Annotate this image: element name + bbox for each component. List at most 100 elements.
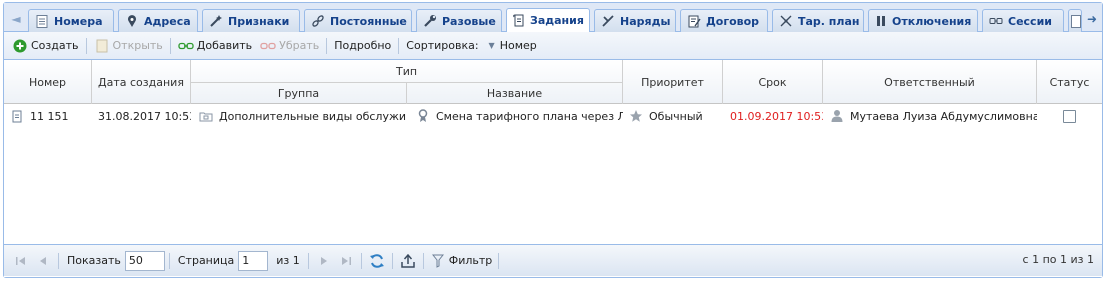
separator [498, 252, 500, 269]
separator [307, 252, 309, 269]
paging-toolbar: Показать Страница из 1 Фильтр с 1 по 1 и… [4, 244, 1102, 276]
header-created[interactable]: Дата создания [92, 60, 191, 104]
export-icon[interactable] [400, 253, 416, 269]
tab-sessions[interactable]: Сессии [982, 9, 1064, 32]
tools-icon [601, 14, 615, 28]
separator [169, 37, 171, 54]
name-value: Смена тарифного плана через ЛК [436, 109, 623, 123]
show-label: Показать [67, 254, 121, 267]
tab-overflow[interactable] [1068, 9, 1082, 32]
cell-number: 11 151 [10, 104, 92, 128]
tab-attributes[interactable]: Признаки [202, 9, 300, 32]
header-name[interactable]: Название [407, 82, 623, 104]
wrench-icon [423, 14, 437, 28]
create-button[interactable]: Создать [8, 35, 83, 57]
status-checkbox[interactable] [1063, 109, 1076, 123]
header-number[interactable]: Номер [4, 60, 92, 104]
pause-icon [875, 14, 887, 28]
refresh-icon[interactable] [369, 253, 385, 269]
tab-one-time[interactable]: Разовые [416, 9, 502, 32]
tab-label: Договор [706, 14, 760, 28]
separator [168, 252, 170, 269]
filter-icon [430, 253, 446, 269]
details-label: Подробно [334, 39, 392, 52]
add-label: Добавить [196, 39, 253, 52]
separator [398, 37, 400, 54]
header-type: Тип [191, 60, 623, 82]
cell-priority: Обычный [629, 104, 723, 128]
tab-label: Постоянные [330, 14, 407, 28]
filter-label: Фильтр [448, 254, 493, 267]
tariff-icon [779, 14, 793, 28]
document-icon [35, 14, 49, 28]
table-row[interactable]: 11 151 31.08.2017 10:53 Дополнительные в… [4, 104, 1102, 128]
deadline-value: 01.09.2017 10:53 [730, 109, 823, 123]
group-value: Дополнительные виды обслужива... [219, 109, 407, 123]
separator [58, 252, 59, 269]
first-page-icon[interactable] [13, 253, 29, 269]
next-page-icon[interactable] [316, 253, 332, 269]
cell-deadline: 01.09.2017 10:53 [730, 104, 823, 128]
star-icon [629, 109, 643, 123]
separator [360, 252, 362, 269]
separator [391, 252, 393, 269]
tab-tasks[interactable]: Задания [506, 8, 590, 32]
tab-contract[interactable]: Договор [680, 9, 768, 32]
remove-button[interactable]: Убрать [256, 35, 323, 57]
page-label: Страница [177, 254, 235, 267]
open-label: Открыть [112, 39, 163, 52]
details-button[interactable]: Подробно [330, 35, 395, 57]
tab-label: Признаки [228, 14, 290, 28]
cell-responsible: Мутаева Луиза Абдумуслимовна (... [830, 104, 1037, 128]
tab-numbers[interactable]: Номера [28, 9, 114, 32]
task-icon [10, 109, 24, 123]
toolbar: Создать Открыть Добавить Убрать Подробно [4, 32, 1102, 60]
tab-scroll-right-icon[interactable]: ➜ [1084, 9, 1100, 29]
page-count-label: из 1 [276, 254, 300, 267]
header-deadline[interactable]: Срок [723, 60, 823, 104]
header-responsible[interactable]: Ответственный [823, 60, 1037, 104]
paging-info: с 1 по 1 из 1 [1022, 253, 1094, 266]
tab-disconnections[interactable]: Отключения [868, 9, 978, 32]
responsible-value: Мутаева Луиза Абдумуслимовна (... [850, 109, 1037, 123]
number-value: 11 151 [30, 109, 69, 123]
tab-permanent[interactable]: Постоянные [304, 9, 412, 32]
sort-down-icon: ▼ [488, 41, 495, 50]
document-icon [94, 38, 110, 54]
header-group[interactable]: Группа [191, 82, 407, 104]
tab-label: Тар. план [798, 14, 860, 28]
page-size-input[interactable] [124, 250, 165, 271]
tab-addresses[interactable]: Адреса [118, 9, 198, 32]
link-add-icon [178, 38, 194, 54]
sort-label: Сортировка: [406, 39, 479, 52]
prev-page-icon[interactable] [35, 253, 51, 269]
separator [85, 37, 87, 54]
sort-control[interactable]: Сортировка: ▼ Номер [402, 35, 540, 57]
add-button[interactable]: Добавить [174, 35, 256, 57]
header-priority[interactable]: Приоритет [623, 60, 723, 104]
separator [422, 252, 424, 269]
priority-value: Обычный [649, 109, 703, 123]
tab-work-orders[interactable]: Наряды [594, 9, 676, 32]
cell-name: Смена тарифного плана через ЛК [416, 104, 623, 128]
award-icon [416, 109, 430, 123]
tab-tariff-plan[interactable]: Тар. план [772, 9, 864, 32]
filter-button[interactable]: Фильтр [428, 250, 495, 272]
open-button[interactable]: Открыть [90, 35, 167, 57]
task-icon [513, 14, 525, 28]
map-pin-icon [125, 14, 139, 28]
session-icon [989, 14, 1003, 28]
tab-label: Отключения [892, 14, 972, 28]
header-status[interactable]: Статус [1037, 60, 1102, 104]
page-number-input[interactable] [238, 250, 269, 271]
tab-label: Номера [54, 14, 103, 28]
last-page-icon[interactable] [338, 253, 354, 269]
sort-value: Номер [499, 39, 537, 52]
document-icon [1071, 14, 1081, 28]
create-label: Создать [31, 39, 79, 52]
tasks-panel: Создать Открыть Добавить Убрать Подробно [4, 32, 1102, 277]
cell-created: 31.08.2017 10:53 [98, 104, 191, 128]
separator [326, 37, 328, 54]
tab-scroll-left-icon[interactable]: ◄ [8, 9, 24, 29]
add-circle-icon [12, 38, 28, 54]
